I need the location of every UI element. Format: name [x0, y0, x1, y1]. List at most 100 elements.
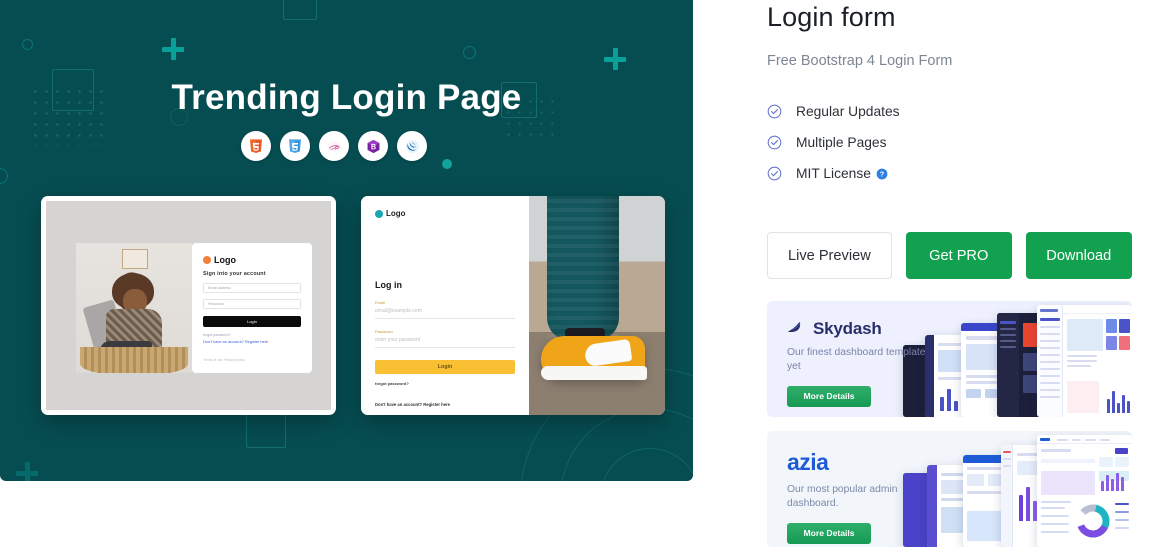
html5-icon [241, 131, 271, 161]
shot-row [1041, 531, 1069, 533]
mockup-left-photo [76, 243, 192, 373]
feature-label: Multiple Pages [796, 135, 887, 150]
shot-row [1115, 503, 1129, 505]
shot-chart-area [1067, 381, 1099, 413]
page-root: Trending Login Page Logo Sign into your … [0, 0, 1163, 559]
promo-azia-screenshots [897, 431, 1132, 547]
shot-chart-area [967, 511, 1005, 541]
shot-bar [1026, 487, 1030, 521]
promo-skydash-cta[interactable]: More Details [787, 385, 871, 407]
jquery-icon [397, 131, 427, 161]
shot-bar [1122, 395, 1125, 413]
feature-label-text: Regular Updates [796, 104, 900, 119]
shot-bar [947, 389, 951, 411]
mockup-right-logo: Logo [375, 209, 515, 218]
shot-row [966, 336, 1000, 340]
mockup-right-photo [529, 196, 665, 415]
shot-bar [940, 397, 944, 411]
shot-row [1040, 333, 1060, 335]
download-button[interactable]: Download [1025, 232, 1132, 279]
promo-azia-name: azia [787, 449, 829, 475]
promo-banner-azia[interactable]: azia Our most popular admin dashboard. M… [767, 431, 1132, 547]
shot-row [1041, 515, 1069, 517]
shot-row [1040, 375, 1060, 377]
shot-row [1040, 340, 1060, 342]
basket-chair [80, 347, 188, 373]
logo-dot-icon [375, 209, 383, 218]
tech-stack-row [0, 131, 693, 169]
mockup-left-canvas: Logo Sign into your account Email addres… [46, 201, 331, 410]
mockup-left-heading: Sign into your account [203, 271, 266, 277]
mockup-card-left[interactable]: Logo Sign into your account Email addres… [41, 196, 336, 415]
shot-row [1003, 451, 1011, 453]
mockup-right-email-input[interactable]: email@example.com [375, 305, 515, 319]
feature-label: Regular Updates [796, 104, 900, 119]
deco-circle-small [22, 39, 33, 50]
shot-row [1040, 354, 1060, 356]
shot-row [967, 491, 1005, 494]
deco-plus-left [162, 38, 184, 60]
mockup-right-login-button[interactable]: Login [375, 360, 515, 374]
shot-row [1000, 340, 1016, 342]
donut-chart-icon [1075, 503, 1111, 544]
shot-row [966, 375, 1000, 378]
mockup-right-register-link[interactable]: Don't have an account? Register here [375, 402, 515, 407]
mockup-right-forgot-link[interactable]: forgot password? [375, 381, 515, 386]
shot-row [1040, 382, 1060, 384]
promo-azia-cta[interactable]: More Details [787, 522, 871, 544]
shot-row [1040, 309, 1058, 312]
promo-azia-content: azia Our most popular admin dashboard. M… [787, 449, 927, 544]
shot-bar [1127, 401, 1130, 413]
mockup-right-logo-text: Logo [386, 209, 406, 218]
deco-plus-bottom [16, 462, 38, 481]
mockup-right-password-input[interactable]: enter your password [375, 334, 515, 348]
shot-card [1119, 336, 1130, 350]
mockup-left-password-input[interactable]: Password [203, 299, 301, 309]
live-preview-button[interactable]: Live Preview [767, 232, 892, 279]
shot-bar [1106, 475, 1109, 491]
mockup-card-right[interactable]: Logo Log in Email email@example.com Pass… [361, 196, 665, 415]
accent-dot [442, 159, 452, 169]
shot-row [1057, 439, 1068, 441]
shot-row [1040, 389, 1060, 391]
shot-row [1041, 459, 1095, 463]
shot-bar [1117, 403, 1120, 413]
shot-row [1041, 507, 1065, 509]
mockup-left-login-button[interactable]: Login [203, 316, 301, 327]
promo-skydash-name: Skydash [813, 319, 882, 338]
shot-row [1040, 361, 1060, 363]
shot-row [1067, 360, 1097, 362]
deco-arc-inner [600, 448, 693, 481]
bootstrap-icon [358, 131, 388, 161]
action-button-row: Live Preview Get PRO Download [767, 232, 1163, 279]
shot-row [966, 344, 1000, 370]
shot-row [1040, 368, 1060, 370]
shot-bar [1116, 473, 1119, 491]
shot-row [1003, 458, 1011, 460]
shot-sidebar [927, 465, 937, 547]
mockup-left-register-link[interactable]: Don't have an account? Register here [203, 339, 301, 344]
shot-row [1041, 501, 1071, 503]
shot-row [1040, 438, 1050, 441]
mockup-left-forgot-link[interactable]: forgot password? [203, 333, 301, 337]
promo-banner-skydash[interactable]: Skydash Our finest dashboard template ye… [767, 301, 1132, 417]
feature-label-text: Multiple Pages [796, 135, 887, 150]
hero-banner: Trending Login Page Logo Sign into your … [0, 0, 693, 481]
shot-row [1041, 449, 1071, 452]
help-icon[interactable]: ? [876, 168, 888, 180]
shot-row [1000, 346, 1016, 348]
promo-skydash-screenshots [897, 301, 1132, 417]
shot-row [1115, 511, 1129, 513]
mockup-left-email-input[interactable]: Email address [203, 283, 301, 293]
check-circle-icon [767, 104, 782, 119]
deco-circle-right [463, 46, 476, 59]
shot-row [1067, 365, 1091, 367]
shot-row [1000, 321, 1016, 324]
shot-row [1000, 328, 1016, 330]
shot-row [1100, 439, 1110, 441]
get-pro-button[interactable]: Get PRO [905, 232, 1012, 279]
mockup-left-form: Logo Sign into your account Email addres… [192, 243, 312, 373]
shot-bar [954, 401, 958, 411]
mockup-left-logo-text: Logo [214, 255, 236, 265]
shot-card [1099, 457, 1113, 467]
